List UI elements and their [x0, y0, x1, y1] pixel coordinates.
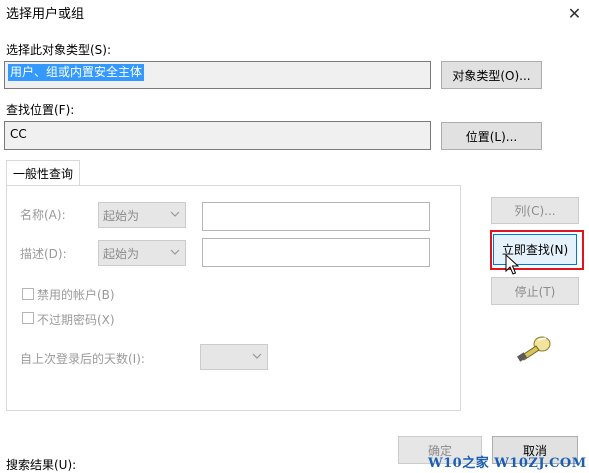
description-label: 描述(D): [20, 247, 67, 261]
stop-button[interactable]: 停止(T) [491, 277, 579, 305]
dropdown-arrow-icon [170, 249, 180, 255]
description-mode-value: 起始为 [103, 246, 140, 261]
disabled-accounts-label: 禁用的帐户(B) [37, 288, 115, 302]
non-expiring-password-label: 不过期密码(X) [37, 313, 115, 327]
object-types-button[interactable]: 对象类型(O)... [441, 61, 542, 89]
disabled-accounts-checkbox[interactable] [22, 288, 34, 300]
watermark: W10之家 W10ZJ.COM [428, 456, 587, 471]
name-mode-value: 起始为 [103, 208, 140, 223]
tab-general-query[interactable]: 一般性查询 [6, 160, 80, 186]
search-flashlight-icon [517, 336, 551, 362]
object-type-field: 用户、组或内置安全主体 [4, 61, 431, 89]
object-type-label: 选择此对象类型(S): [6, 43, 112, 57]
non-expiring-password-checkbox[interactable] [22, 312, 34, 324]
location-field: CC [4, 121, 431, 150]
location-label: 查找位置(F): [6, 103, 75, 117]
location-value: CC [10, 127, 27, 141]
window-title: 选择用户或组 [6, 7, 85, 22]
name-input[interactable] [202, 202, 430, 231]
dropdown-arrow-icon [252, 353, 262, 359]
columns-button[interactable]: 列(C)... [491, 197, 579, 224]
search-results-label: 搜索结果(U): [6, 458, 77, 472]
object-type-value: 用户、组或内置安全主体 [8, 64, 145, 81]
description-input[interactable] [202, 238, 430, 267]
name-label: 名称(A): [20, 208, 66, 222]
tab-label: 一般性查询 [12, 167, 73, 181]
days-since-logon-label: 自上次登录后的天数(I): [20, 352, 145, 366]
locations-button[interactable]: 位置(L)... [441, 122, 542, 150]
close-icon[interactable]: ✕ [560, 0, 589, 26]
title-bar: 选择用户或组 ✕ [0, 0, 589, 28]
dropdown-arrow-icon [170, 211, 180, 217]
days-since-logon-select[interactable] [200, 344, 268, 370]
name-mode-select[interactable]: 起始为 [98, 202, 186, 228]
mouse-cursor-icon [505, 254, 519, 275]
description-mode-select[interactable]: 起始为 [98, 240, 186, 266]
